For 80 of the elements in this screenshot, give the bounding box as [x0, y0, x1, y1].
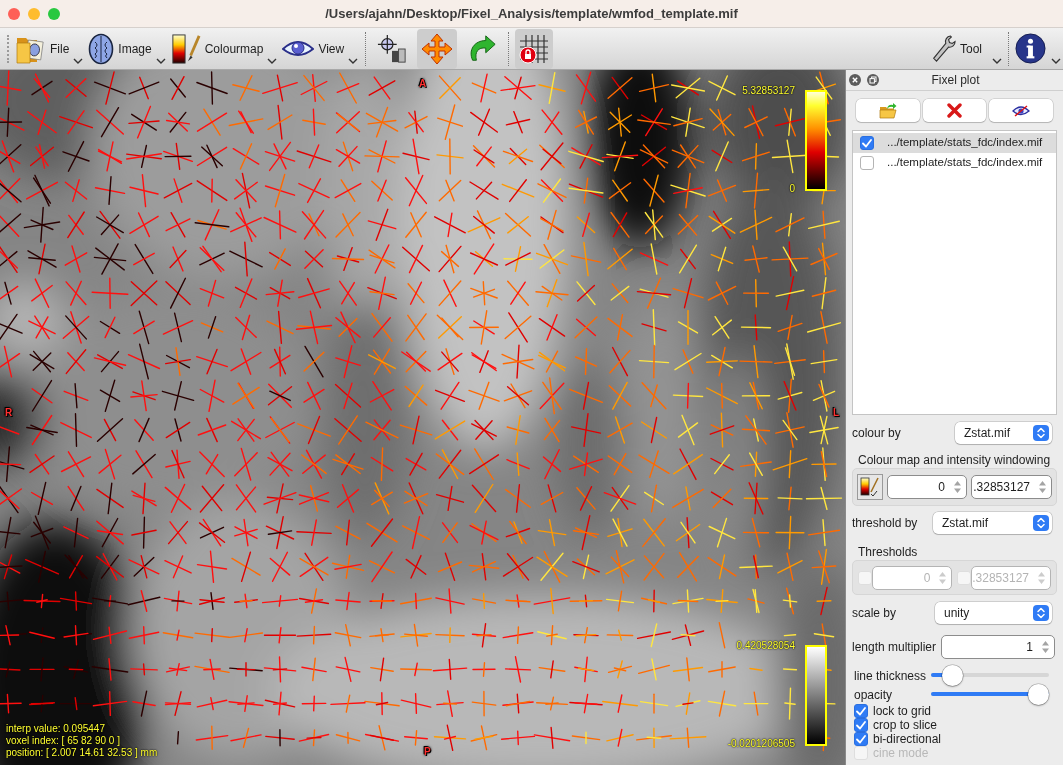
info-text: interp value: 0.095447 [6, 723, 105, 735]
menu-button[interactable]: Colourmap [169, 28, 279, 69]
spinbox[interactable]: .32853127 [971, 475, 1052, 499]
caret-icon [267, 57, 278, 64]
file-list-item[interactable]: .../template/stats_fdc/index.mif [853, 133, 1056, 153]
wrench-icon [930, 33, 956, 64]
checkbox-label: bi-directional [873, 732, 942, 746]
dropdown[interactable]: Zstat.mif [933, 512, 1052, 534]
orientation-label: A [419, 77, 427, 91]
group-title: Colour map and intensity windowing [857, 452, 1052, 468]
checkbox[interactable] [860, 136, 874, 150]
group-title: Thresholds [857, 544, 919, 560]
open-button[interactable] [856, 99, 920, 122]
checkbox-label: lock to grid [873, 704, 932, 718]
overlapping-squares-icon[interactable] [867, 74, 879, 86]
spinbox[interactable]: 1 [941, 635, 1055, 659]
dropdown[interactable]: unity [935, 602, 1052, 624]
hide-button[interactable] [989, 99, 1053, 122]
spin-arrows-icon [1041, 640, 1050, 654]
orientation-label: L [833, 406, 840, 420]
spin-arrows-icon [938, 570, 948, 585]
field-label: scale by [852, 605, 897, 622]
slider-thumb[interactable] [1028, 684, 1049, 705]
spin-arrows-icon [953, 480, 962, 494]
window-title: /Users/ajahn/Desktop/Fixel_Analysis/template/wmfod_template.mif [324, 4, 739, 23]
slider-track[interactable] [931, 684, 1049, 705]
caret-icon [73, 57, 84, 64]
menu-button[interactable]: File [15, 28, 85, 69]
spinbox[interactable]: 0 [887, 475, 967, 499]
scale-label: 5.32853127 [742, 85, 795, 97]
info-text: voxel index: [ 65 82 90 0 ] [6, 735, 120, 747]
slider-thumb[interactable] [941, 665, 963, 686]
scale-label: 0.420528054 [736, 640, 795, 652]
grid-lock-button[interactable] [515, 28, 554, 69]
checkbox[interactable] [860, 156, 874, 170]
eye-icon [282, 38, 315, 59]
eye-slash-icon [1012, 104, 1031, 117]
field-label: threshold by [852, 515, 918, 532]
checkbox-label: crop to slice [873, 718, 938, 732]
field-label: length multiplier [852, 639, 937, 656]
close-icon[interactable] [849, 74, 861, 86]
four-arrows-icon [421, 32, 454, 65]
menu-button[interactable]: View [281, 28, 360, 69]
folder-arrow-icon [878, 102, 897, 119]
slider-track[interactable] [931, 665, 1049, 686]
colourmap-button[interactable] [857, 474, 883, 500]
checkbox[interactable] [854, 718, 868, 732]
x-mark-icon [947, 103, 962, 118]
info-icon [1015, 33, 1046, 64]
caret-icon [348, 57, 359, 64]
gradient-brush-icon [170, 32, 201, 65]
menu-button[interactable]: Image [87, 28, 167, 69]
dropdown[interactable]: Zstat.mif [955, 422, 1052, 444]
checkbox[interactable] [854, 704, 868, 718]
scale-label: -0.0201206505 [727, 738, 795, 750]
info-text: position: [ 2.007 14.61 32.53 ] mm [6, 747, 158, 759]
curved-arrow-icon [467, 33, 498, 64]
check-icon [862, 138, 872, 148]
slider-label: opacity [854, 686, 894, 704]
caret-icon [992, 57, 1002, 64]
menu-button[interactable]: Tool [930, 28, 1002, 69]
crosshair-icon [377, 33, 408, 64]
orientation-label: R [5, 406, 13, 420]
slider-label: line thickness [854, 667, 928, 685]
caret-icon [155, 57, 166, 64]
gradient-pen-icon [860, 477, 880, 497]
brain-icon [88, 32, 115, 65]
checkbox[interactable] [854, 732, 868, 746]
orientation-label: P [424, 745, 431, 759]
grid-lock-icon [518, 32, 551, 65]
updown-chevron-icon [1033, 425, 1049, 441]
field-label: colour by [852, 425, 901, 442]
spin-arrows-icon [1037, 570, 1046, 585]
updown-chevron-icon [1033, 515, 1049, 531]
caret-icon [1051, 57, 1061, 64]
panel-title: Fixel plot [930, 72, 981, 89]
remove-button[interactable] [922, 99, 987, 122]
updown-chevron-icon [1033, 605, 1049, 621]
spin-arrows-icon [1038, 480, 1047, 494]
scale-label: 0 [789, 183, 795, 195]
